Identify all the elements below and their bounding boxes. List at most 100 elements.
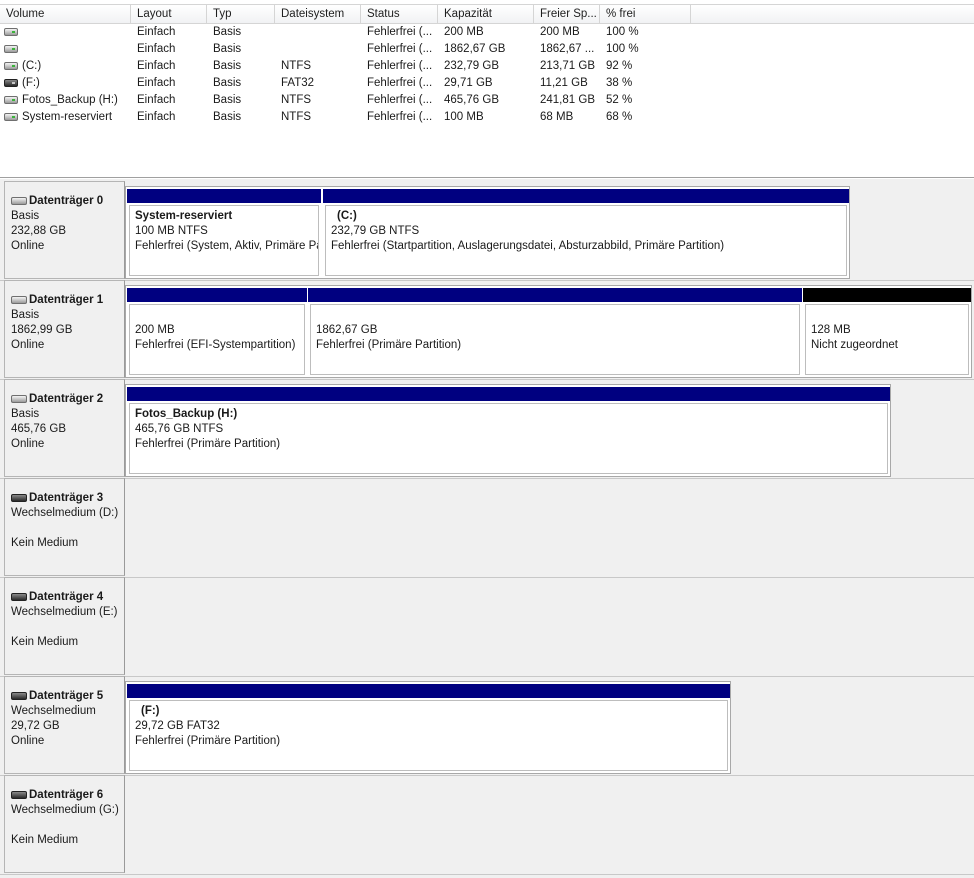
cell-dateisystem: NTFS	[281, 60, 312, 72]
disk-row: Datenträger 2 Basis 465,76 GB Online Fotos_B…	[0, 379, 974, 478]
partition-details: 128 MB Nicht zugeordnet	[805, 304, 969, 375]
partition-block[interactable]: 1862,67 GB Fehlerfrei (Primäre Partition)	[308, 288, 802, 375]
partition-status: Fehlerfrei (Startpartition, Auslagerungs…	[331, 240, 725, 252]
partition-block[interactable]: (F:) 29,72 GB FAT32 Fehlerfrei (Primäre Pa…	[127, 684, 730, 771]
cell-freier-speicher: 241,81 GB	[540, 94, 595, 106]
disk-state: Online	[11, 240, 45, 252]
disk-info-panel[interactable]: Datenträger 5 Wechselmedium 29,72 GB Online	[4, 676, 125, 774]
partition-details: (C:) 232,79 GB NTFS Fehlerfrei (Startparti…	[325, 205, 847, 276]
disk-title: Datenträger 1	[11, 293, 124, 308]
disk-title: Datenträger 2	[11, 392, 124, 407]
partition-color-bar	[127, 288, 307, 302]
partition-status: Fehlerfrei (System, Aktiv, Primäre Parti…	[135, 240, 318, 252]
partition-details: System-reserviert 100 MB NTFS Fehlerfrei (…	[129, 205, 319, 276]
disk-title-label: Datenträger 6	[29, 789, 104, 801]
volume-row[interactable]: Fotos_Backup (H:) Einfach Basis NTFS Fehlerf…	[0, 92, 974, 109]
partition-name: (C:)	[337, 210, 357, 222]
disk-title: Datenträger 4	[11, 590, 124, 605]
partition-block[interactable]: 200 MB Fehlerfrei (EFI-Systempartition)	[127, 288, 307, 375]
disk-size: 1862,99 GB	[11, 324, 73, 336]
cell-dateisystem: NTFS	[281, 94, 312, 106]
partition-size: 128 MB	[811, 324, 851, 336]
partition-name	[316, 308, 799, 323]
partition-block[interactable]: System-reserviert 100 MB NTFS Fehlerfrei (…	[127, 189, 321, 276]
cell-layout: Einfach	[137, 60, 176, 72]
removable-drive-icon	[4, 79, 18, 87]
disk-info-panel[interactable]: Datenträger 3 Wechselmedium (D:) Kein Medi…	[4, 478, 125, 576]
cell-prozent-frei: 68 %	[606, 111, 633, 123]
disk-type: Basis	[11, 210, 40, 222]
partition-name: System-reserviert	[135, 210, 233, 222]
volume-list[interactable]: Volume Layout Typ Dateisystem Status Kap…	[0, 0, 974, 178]
cell-volume	[0, 41, 131, 58]
removable-drive-icon	[11, 494, 27, 502]
partition-group: 200 MB Fehlerfrei (EFI-Systempartition) 18…	[125, 285, 972, 378]
disk-title-label: Datenträger 1	[29, 294, 104, 306]
volume-row[interactable]: Einfach Basis Fehlerfrei (... 200 MB 200 MB 1…	[0, 24, 974, 41]
partition-color-bar	[323, 189, 849, 203]
volume-row[interactable]: (F:) Einfach Basis FAT32 Fehlerfrei (... 29,7…	[0, 75, 974, 92]
volume-row[interactable]: (C:) Einfach Basis NTFS Fehlerfrei (... 232,7…	[0, 58, 974, 75]
partition-name	[135, 308, 304, 323]
removable-drive-icon	[11, 593, 27, 601]
cell-layout: Einfach	[137, 43, 176, 55]
column-header-status[interactable]: Status	[361, 5, 438, 24]
disk-title-label: Datenträger 2	[29, 393, 104, 405]
disk-type: Basis	[11, 309, 40, 321]
disk-info-panel[interactable]: Datenträger 1 Basis 1862,99 GB Online	[4, 280, 125, 378]
partition-block[interactable]: (C:) 232,79 GB NTFS Fehlerfrei (Startparti…	[323, 189, 849, 276]
disk-info-panel[interactable]: Datenträger 4 Wechselmedium (E:) Kein Medi…	[4, 577, 125, 675]
disk-media-status: Kein Medium	[11, 834, 79, 846]
partition-status: Fehlerfrei (EFI-Systempartition)	[135, 339, 296, 351]
column-header-freier-speicher[interactable]: Freier Sp...	[534, 5, 600, 24]
partition-size: 29,72 GB FAT32	[135, 720, 220, 732]
cell-dateisystem	[275, 24, 361, 41]
cell-prozent-frei: 100 %	[606, 26, 639, 38]
disk-map[interactable]: Datenträger 0 Basis 232,88 GB Online System-…	[0, 179, 974, 878]
cell-prozent-frei: 38 %	[606, 77, 633, 89]
disk-state: Online	[11, 339, 45, 351]
volume-row[interactable]: Einfach Basis Fehlerfrei (... 1862,67 GB 186…	[0, 41, 974, 58]
column-header-kapazitaet[interactable]: Kapazität	[438, 5, 534, 24]
disk-info-panel[interactable]: Datenträger 2 Basis 465,76 GB Online	[4, 379, 125, 477]
column-header-volume[interactable]: Volume	[0, 5, 131, 24]
partition-group: System-reserviert 100 MB NTFS Fehlerfrei (…	[125, 186, 850, 279]
cell-freier-speicher: 200 MB	[540, 26, 580, 38]
column-header-typ[interactable]: Typ	[207, 5, 275, 24]
partition-block[interactable]: Fotos_Backup (H:) 465,76 GB NTFS Fehlerfre…	[127, 387, 890, 474]
disk-state: Online	[11, 735, 45, 747]
cell-kapazitaet: 465,76 GB	[444, 94, 499, 106]
cell-volume: System-reserviert	[0, 109, 131, 126]
disk-size: 232,88 GB	[11, 225, 66, 237]
disk-row: Datenträger 5 Wechselmedium 29,72 GB Online…	[0, 676, 974, 775]
disk-title-label: Datenträger 0	[29, 195, 104, 207]
cell-freier-speicher: 213,71 GB	[540, 60, 595, 72]
partition-details: 1862,67 GB Fehlerfrei (Primäre Partition)	[310, 304, 800, 375]
disk-info-panel[interactable]: Datenträger 0 Basis 232,88 GB Online	[4, 181, 125, 279]
cell-prozent-frei: 100 %	[606, 43, 639, 55]
hdd-icon	[4, 113, 18, 121]
disk-media-status: Kein Medium	[11, 636, 79, 648]
cell-freier-speicher: 11,21 GB	[540, 77, 588, 89]
disk-state: Online	[11, 438, 45, 450]
cell-kapazitaet: 200 MB	[444, 26, 484, 38]
column-header-dateisystem[interactable]: Dateisystem	[275, 5, 361, 24]
partition-color-bar	[127, 387, 890, 401]
partition-color-bar	[127, 189, 321, 203]
column-header-prozent-frei[interactable]: % frei	[600, 5, 691, 24]
cell-status: Fehlerfrei (...	[367, 94, 433, 106]
partition-size: 232,79 GB NTFS	[331, 225, 420, 237]
disk-row-divider	[0, 874, 974, 875]
column-header-layout[interactable]: Layout	[131, 5, 207, 24]
disk-info-panel[interactable]: Datenträger 6 Wechselmedium (G:) Kein Medi…	[4, 775, 125, 873]
partition-size: 1862,67 GB	[316, 324, 378, 336]
disk-size: 465,76 GB	[11, 423, 66, 435]
unallocated-space[interactable]: 128 MB Nicht zugeordnet	[803, 288, 971, 375]
cell-layout: Einfach	[137, 111, 176, 123]
cell-status: Fehlerfrei (...	[367, 60, 433, 72]
disk-row: Datenträger 1 Basis 1862,99 GB Online 200 MB…	[0, 280, 974, 379]
volume-row[interactable]: System-reserviert Einfach Basis NTFS Fehlerf…	[0, 109, 974, 126]
disk-type: Wechselmedium (G:)	[11, 804, 119, 816]
hdd-icon	[4, 28, 18, 36]
partition-name	[811, 308, 968, 323]
